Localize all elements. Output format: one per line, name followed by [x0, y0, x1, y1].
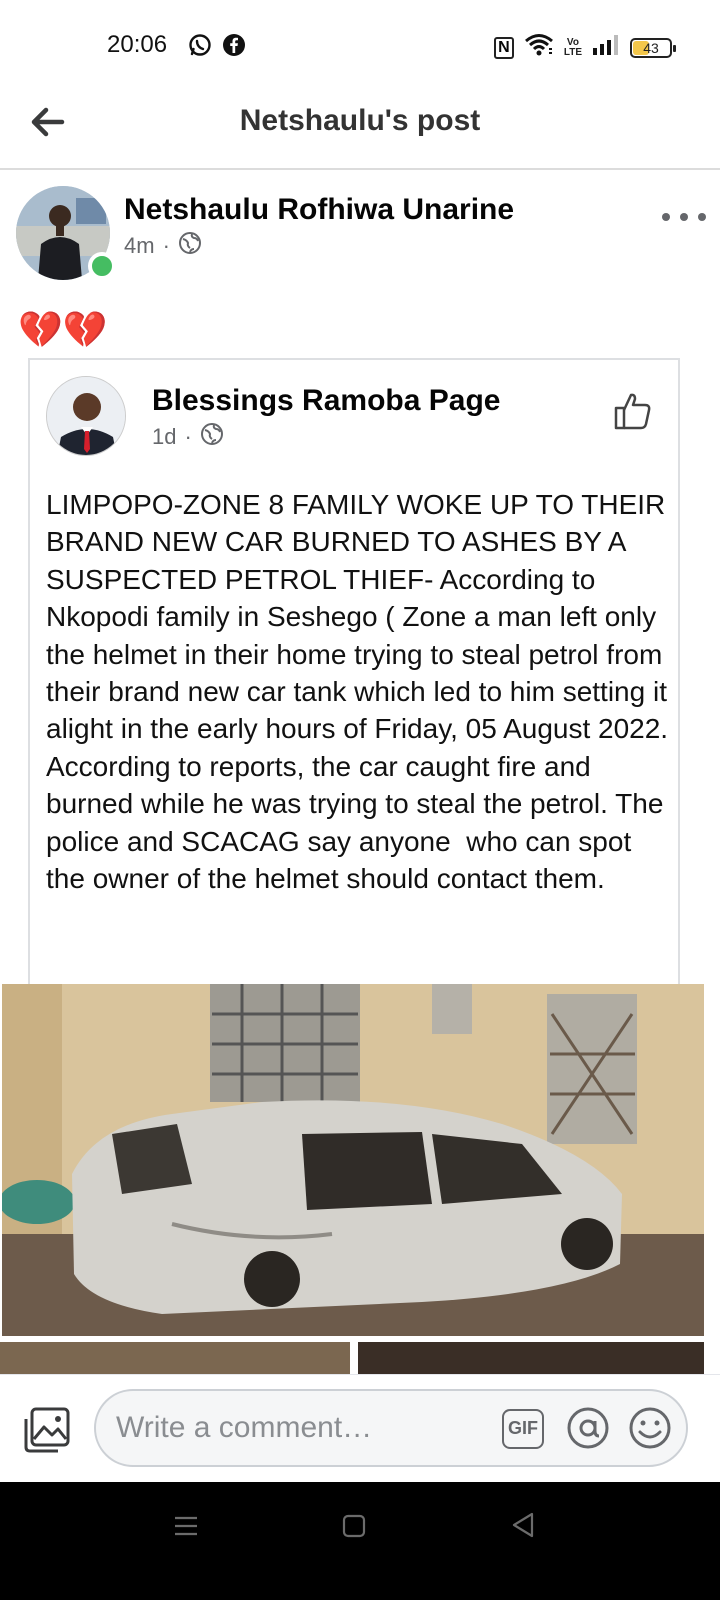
shared-post-text: LIMPOPO-ZONE 8 FAMILY WOKE UP TO THEIR B…	[46, 489, 675, 895]
signal-icon	[592, 34, 620, 61]
shared-post-time[interactable]: 1d	[152, 424, 176, 450]
volte-icon: Vo LTE	[563, 36, 582, 58]
shared-post-meta: 1d ·	[152, 422, 224, 452]
battery-icon: 43	[630, 37, 676, 58]
emoji-button[interactable]	[628, 1406, 672, 1450]
online-status-indicator	[88, 252, 116, 280]
burned-car-photo	[2, 984, 704, 1336]
back-triangle-icon	[512, 1512, 534, 1538]
post-header: Netshaulu's post	[0, 92, 720, 170]
battery-level-text: 43	[643, 39, 659, 56]
post-text: 💔💔	[18, 309, 108, 350]
add-photo-button[interactable]	[22, 1405, 72, 1455]
post-photo-thumbnail[interactable]	[358, 1342, 704, 1374]
comment-placeholder: Write a comment…	[116, 1411, 373, 1444]
at-icon	[567, 1407, 609, 1449]
menu-icon	[175, 1516, 197, 1536]
status-bar: 20:06 N Vo LTE 43	[0, 0, 720, 92]
home-square-icon	[342, 1514, 366, 1538]
post-photo[interactable]	[2, 984, 704, 1336]
nav-menu-button[interactable]	[172, 1512, 200, 1540]
meta-separator: ·	[184, 424, 192, 449]
nav-home-button[interactable]	[340, 1512, 368, 1540]
meta-separator: ·	[162, 233, 170, 258]
system-nav-bar	[0, 1482, 720, 1600]
like-page-button[interactable]	[612, 390, 654, 432]
shared-post-card[interactable]: Blessings Ramoba Page 1d · LIMPOPO-ZONE …	[28, 358, 680, 998]
smiley-icon	[629, 1407, 671, 1449]
status-system-icons: N Vo LTE 43	[493, 33, 676, 62]
facebook-icon	[222, 33, 246, 62]
globe-icon	[200, 422, 224, 452]
battery-tip	[673, 44, 676, 52]
dot-icon	[698, 213, 706, 221]
comment-input[interactable]: Write a comment… GIF	[94, 1389, 688, 1467]
page-avatar[interactable]	[46, 376, 126, 456]
dot-icon	[680, 213, 688, 221]
nav-back-button[interactable]	[508, 1510, 538, 1540]
status-notification-icons	[188, 33, 246, 62]
page-title: Netshaulu's post	[239, 104, 481, 137]
comment-bar: Write a comment… GIF	[0, 1374, 720, 1482]
post-photo-thumbnail[interactable]	[0, 1342, 350, 1374]
post-time[interactable]: 4m	[124, 233, 155, 259]
gif-button[interactable]: GIF	[502, 1409, 544, 1449]
photo-icon	[24, 1407, 70, 1453]
globe-icon	[178, 231, 202, 261]
post-meta: 4m ·	[124, 231, 202, 261]
wifi-icon	[524, 33, 554, 62]
page-name[interactable]: Blessings Ramoba Page	[152, 384, 500, 418]
nfc-icon: N	[493, 36, 514, 59]
status-time: 20:06	[107, 31, 168, 58]
more-options-button[interactable]	[662, 205, 706, 229]
author-name[interactable]: Netshaulu Rofhiwa Unarine	[124, 193, 514, 227]
whatsapp-icon	[188, 33, 212, 62]
dot-icon	[662, 213, 670, 221]
mention-button[interactable]	[566, 1406, 610, 1450]
thumbs-up-icon	[614, 393, 651, 430]
